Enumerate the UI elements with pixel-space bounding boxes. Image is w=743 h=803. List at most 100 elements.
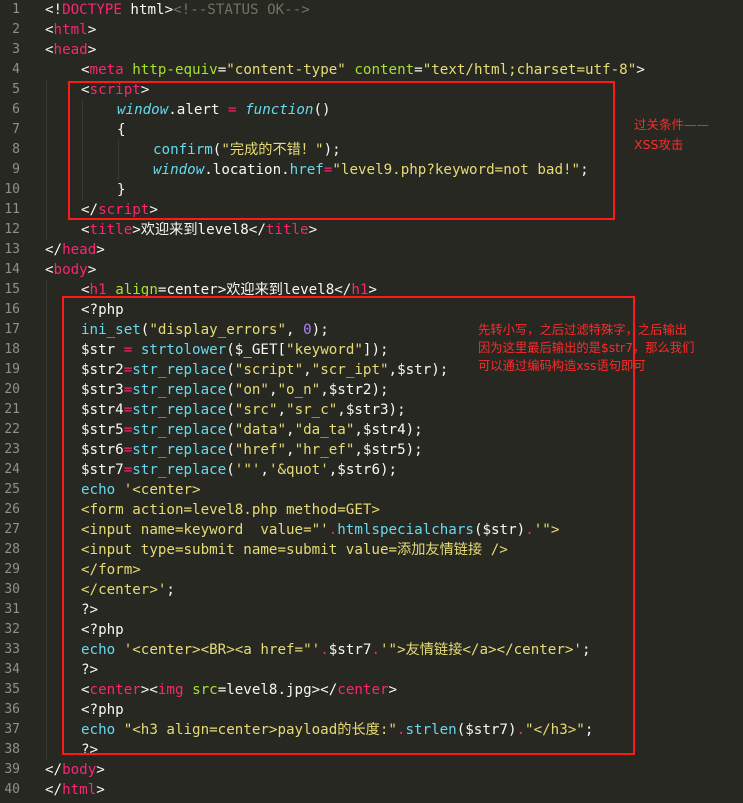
code-token: head	[53, 42, 88, 58]
annotation-line: XSS攻击	[634, 137, 684, 152]
line-number: 38	[4, 742, 20, 757]
line-number: 37	[4, 722, 20, 737]
code-token: <	[45, 22, 54, 38]
code-text: <html>	[45, 20, 96, 40]
code-token: <	[45, 262, 54, 278]
line-number: 15	[4, 282, 20, 297]
code-token: >	[96, 242, 105, 258]
line-number: 7	[12, 122, 20, 137]
line-number: 27	[4, 522, 20, 537]
code-line[interactable]: 40 </html>	[0, 780, 743, 800]
line-number: 31	[4, 602, 20, 617]
line-number: 35	[4, 682, 20, 697]
line-number: 36	[4, 702, 20, 717]
code-token: =	[217, 62, 227, 78]
code-token: >	[87, 22, 97, 38]
line-number: 30	[4, 582, 20, 597]
line-number: 25	[4, 482, 20, 497]
code-text: <!DOCTYPE html><!--STATUS OK-->	[45, 0, 310, 20]
code-line[interactable]: 3 <head>	[0, 40, 743, 60]
code-token: </	[45, 242, 63, 258]
line-number: 18	[4, 342, 20, 357]
code-text: </body>	[45, 760, 105, 780]
code-token: <	[45, 42, 54, 58]
line-number: 21	[4, 402, 20, 417]
code-line[interactable]: 13 </head>	[0, 240, 743, 260]
code-text: <meta http-equiv="content-type" content=…	[81, 60, 645, 80]
line-number: 34	[4, 662, 20, 677]
code-line[interactable]: 4 <meta http-equiv="content-type" content…	[0, 60, 743, 80]
line-number: 16	[4, 302, 20, 317]
code-token: <	[81, 62, 90, 78]
line-number: 23	[4, 442, 20, 457]
code-line[interactable]: 1 <!DOCTYPE html><!--STATUS OK-->	[0, 0, 743, 20]
line-number: 1	[12, 2, 20, 17]
code-token: "text/html;charset=utf-8"	[422, 62, 637, 78]
code-token: "content-type"	[226, 62, 346, 78]
code-token: </	[45, 782, 63, 798]
code-token: content	[354, 62, 415, 78]
line-number: 26	[4, 502, 20, 517]
highlight-box-script	[68, 81, 615, 220]
code-token: >	[636, 62, 645, 78]
code-text: </head>	[45, 240, 105, 260]
code-token: <!	[45, 2, 63, 18]
line-number: 32	[4, 622, 20, 637]
code-token: </	[45, 762, 63, 778]
code-token: >	[308, 222, 318, 238]
line-number: 33	[4, 642, 20, 657]
code-token: >	[87, 262, 97, 278]
code-line[interactable]: 39 </body>	[0, 760, 743, 780]
code-text: <body>	[45, 260, 96, 280]
line-number: 2	[12, 22, 20, 37]
line-number: 28	[4, 542, 20, 557]
code-text: <title>欢迎来到level8</title>	[81, 220, 317, 240]
code-text: </html>	[45, 780, 105, 800]
code-token: body	[62, 762, 97, 778]
code-token: title	[89, 222, 133, 238]
code-token: DOCTYPE	[62, 2, 122, 18]
code-line[interactable]: 12 <title>欢迎来到level8</title>	[0, 220, 743, 240]
code-token: body	[53, 262, 88, 278]
annotation-line: 先转小写，之后过滤特殊字，之后输出	[478, 323, 688, 337]
code-token: >	[96, 782, 105, 798]
line-number: 11	[4, 202, 20, 217]
line-number: 5	[12, 82, 20, 97]
line-number: 3	[12, 42, 20, 57]
code-line[interactable]: 2 <html>	[0, 20, 743, 40]
line-number: 13	[4, 242, 20, 257]
code-line[interactable]: 14 <body>	[0, 260, 743, 280]
annotation-line: 因为这里最后输出的是$str7，那么我们	[478, 341, 695, 355]
annotation-pass-condition: 过关条件—— XSS攻击	[634, 115, 709, 155]
line-number: 14	[4, 262, 20, 277]
line-number: 39	[4, 762, 20, 777]
code-token: >欢迎来到level8</	[132, 222, 266, 238]
line-number: 19	[4, 362, 20, 377]
code-token: html	[53, 22, 88, 38]
line-number: 10	[4, 182, 20, 197]
annotation-line: 可以通过编码构造xss语句即可	[478, 359, 646, 373]
code-token: =	[414, 62, 423, 78]
line-number: 17	[4, 322, 20, 337]
code-token: >	[87, 42, 97, 58]
code-token: http-equiv	[132, 62, 218, 78]
code-token: title	[265, 222, 309, 238]
line-number: 40	[4, 782, 20, 797]
code-text: <head>	[45, 40, 96, 60]
annotation-filter-explanation: 先转小写，之后过滤特殊字，之后输出 因为这里最后输出的是$str7，那么我们 可…	[478, 321, 694, 375]
line-number: 4	[12, 62, 20, 77]
line-number: 29	[4, 562, 20, 577]
code-token: <	[81, 222, 90, 238]
annotation-line: 过关条件——	[634, 117, 710, 132]
line-number: 6	[12, 102, 20, 117]
code-token: <!--STATUS OK-->	[173, 2, 310, 18]
line-number: 22	[4, 422, 20, 437]
code-token: html	[62, 782, 97, 798]
line-number: 24	[4, 462, 20, 477]
code-token: >	[96, 762, 105, 778]
code-token: head	[62, 242, 97, 258]
code-token: html>	[121, 2, 174, 18]
line-number: 8	[12, 142, 20, 157]
code-token: meta	[89, 62, 124, 78]
